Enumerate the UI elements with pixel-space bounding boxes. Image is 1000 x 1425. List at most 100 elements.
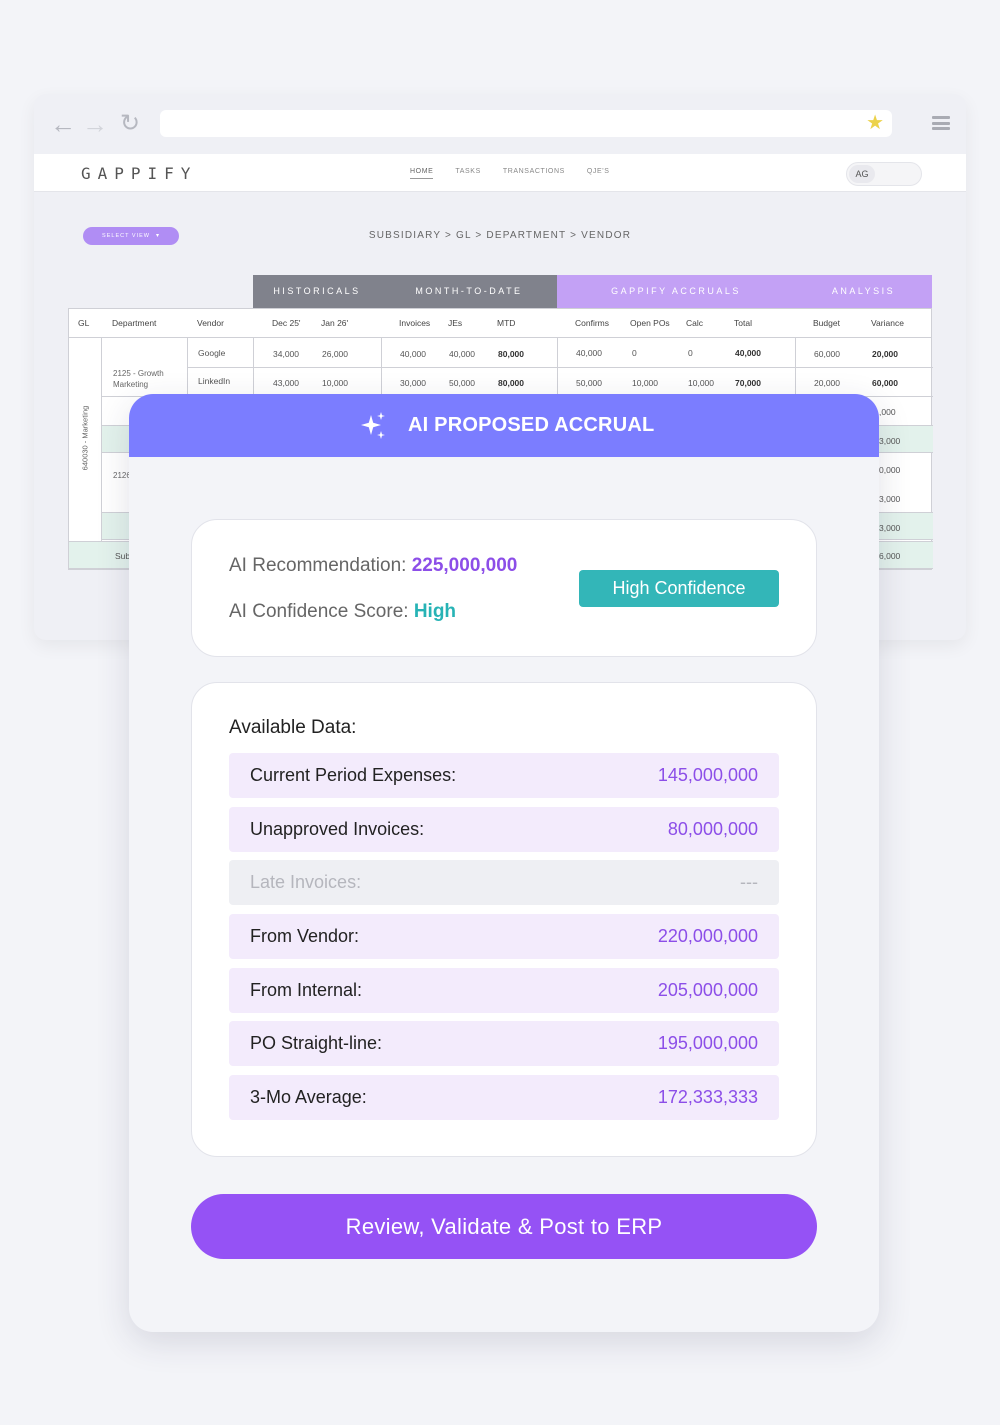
variance-partial: ,000 [879, 407, 896, 417]
cell-confirms: 40,000 [576, 348, 602, 358]
col-jes[interactable]: JEs [448, 318, 462, 328]
data-row-label: From Vendor: [250, 926, 360, 947]
data-row-label: PO Straight-line: [250, 1033, 383, 1054]
data-row-value: 80,000,000 [667, 818, 758, 839]
group-analysis: ANALYSIS [795, 275, 932, 308]
cell-total: 40,000 [735, 348, 761, 358]
data-row-from-vendor[interactable]: From Vendor: 220,000,000 [229, 914, 779, 960]
cell-budget: 20,000 [814, 378, 840, 388]
cell-open-pos: 10,000 [632, 378, 658, 388]
available-data-card: Available Data: Current Period Expenses:… [191, 682, 817, 1157]
bookmark-star-icon[interactable]: ★ [866, 112, 884, 134]
review-validate-post-button[interactable]: Review, Validate & Post to ERP [191, 1194, 817, 1259]
group-month-to-date: MONTH-TO-DATE [381, 275, 557, 308]
recommendation-value: 225,000,000 [411, 555, 518, 576]
data-row-label: Current Period Expenses: [250, 765, 457, 785]
data-row-value: 172,333,333 [657, 1087, 758, 1108]
gappify-logo[interactable]: GAPPIFY [81, 164, 197, 183]
ai-recommendation: AI Recommendation: 225,000,000 [229, 555, 517, 577]
nav-transactions[interactable]: TRANSACTIONS [503, 168, 565, 179]
cell-variance: 60,000 [872, 378, 898, 388]
variance-partial: 3,000 [879, 523, 901, 533]
col-mtd[interactable]: MTD [497, 318, 515, 328]
ai-confidence-score: AI Confidence Score: High [229, 601, 456, 623]
cell-total: 70,000 [735, 378, 761, 388]
nav-home[interactable]: HOME [410, 168, 434, 179]
col-variance[interactable]: Variance [871, 318, 904, 328]
recommendation-card: AI Recommendation: 225,000,000 AI Confid… [191, 519, 817, 657]
vendor-linkedin[interactable]: LinkedIn [198, 376, 230, 386]
group-gappify-accruals: GAPPIFY ACCRUALS [557, 275, 795, 308]
cell-variance: 20,000 [872, 349, 898, 359]
nav-qjes[interactable]: QJE'S [587, 168, 610, 179]
data-row-late-invoices: Late Invoices: --- [229, 860, 779, 906]
confidence-label: AI Confidence Score: [229, 601, 414, 622]
data-row-current-period-expenses[interactable]: Current Period Expenses: 145,000,000 [229, 753, 779, 798]
cell-confirms: 50,000 [576, 378, 602, 388]
data-row-label: 3-Mo Average: [250, 1087, 367, 1108]
data-row-from-internal[interactable]: From Internal: 205,000,000 [229, 967, 779, 1013]
col-jan[interactable]: Jan 26' [321, 318, 348, 328]
sparkle-icon [361, 412, 385, 439]
gl-label: 640030 - Marketing [80, 405, 90, 471]
col-total[interactable]: Total [734, 318, 752, 328]
department-growth-marketing: 2125 - Growth Marketing [113, 369, 164, 389]
cell-jes: 40,000 [449, 349, 475, 359]
top-nav: HOME TASKS TRANSACTIONS QJE'S [410, 168, 610, 179]
confidence-value: High [413, 601, 457, 622]
data-row-label: From Internal: [250, 979, 363, 1000]
data-row-unapproved-invoices[interactable]: Unapproved Invoices: 80,000,000 [229, 806, 779, 852]
data-row-3-mo-average[interactable]: 3-Mo Average: 172,333,333 [229, 1075, 779, 1121]
data-row-value: 195,000,000 [657, 1033, 758, 1054]
cell-invoices: 40,000 [400, 349, 426, 359]
col-open-pos[interactable]: Open POs [630, 318, 670, 328]
cell-calc: 10,000 [688, 378, 714, 388]
cell-mtd: 80,000 [498, 349, 524, 359]
col-vendor[interactable]: Vendor [197, 318, 224, 328]
reload-icon[interactable]: ↻ [120, 110, 140, 138]
data-row-po-straight-line[interactable]: PO Straight-line: 195,000,000 [229, 1021, 779, 1067]
user-initials-avatar: AG [849, 165, 875, 183]
data-row-value: 145,000,000 [657, 765, 758, 785]
user-toggle[interactable]: AG [846, 162, 922, 186]
col-department[interactable]: Department [112, 318, 156, 328]
col-confirms[interactable]: Confirms [575, 318, 609, 328]
cell-mtd: 80,000 [498, 378, 524, 388]
cell-jes: 50,000 [449, 378, 475, 388]
data-row-value: 220,000,000 [657, 926, 758, 947]
cell-calc: 0 [688, 348, 693, 358]
address-bar[interactable]: ★ [160, 110, 892, 137]
cell-invoices: 30,000 [400, 378, 426, 388]
group-historicals: HISTORICALS [253, 275, 381, 308]
confidence-badge: High Confidence [579, 570, 779, 607]
variance-partial: 6,000 [879, 551, 901, 561]
vendor-google[interactable]: Google [198, 348, 225, 358]
forward-arrow-icon[interactable]: → [82, 110, 108, 138]
col-gl[interactable]: GL [78, 318, 89, 328]
modal-title: AI PROPOSED ACCRUAL [408, 414, 655, 436]
back-arrow-icon[interactable]: ← [50, 110, 76, 138]
data-row-value: 205,000,000 [657, 979, 758, 1000]
cell-dec: 43,000 [273, 378, 299, 388]
cell-dec: 34,000 [273, 349, 299, 359]
nav-tasks[interactable]: TASKS [455, 168, 480, 179]
cell-open-pos: 0 [632, 348, 637, 358]
ai-accrual-modal: AI PROPOSED ACCRUAL AI Recommendation: 2… [129, 394, 879, 1332]
hamburger-menu-icon[interactable] [932, 116, 950, 130]
app-header: GAPPIFY HOME TASKS TRANSACTIONS QJE'S AG [34, 154, 966, 192]
col-invoices[interactable]: Invoices [399, 318, 430, 328]
variance-partial: 3,000 [879, 436, 901, 446]
col-dec[interactable]: Dec 25' [272, 318, 301, 328]
variance-partial: 0,000 [879, 465, 901, 475]
cell-jan: 26,000 [322, 349, 348, 359]
browser-chrome: ← → ↻ ★ [34, 94, 966, 154]
table-header-row: GL Department Vendor Dec 25' Jan 26' Inv… [68, 308, 932, 338]
data-row-label: Late Invoices: [250, 872, 362, 893]
available-data-title: Available Data: [229, 717, 357, 738]
variance-partial: 3,000 [879, 494, 901, 504]
col-calc[interactable]: Calc [686, 318, 703, 328]
subtotal-label-partial: Sub [115, 551, 131, 561]
breadcrumb: SUBSIDIARY > GL > DEPARTMENT > VENDOR [368, 230, 632, 241]
data-row-label: Unapproved Invoices: [250, 818, 425, 839]
col-budget[interactable]: Budget [813, 318, 840, 328]
